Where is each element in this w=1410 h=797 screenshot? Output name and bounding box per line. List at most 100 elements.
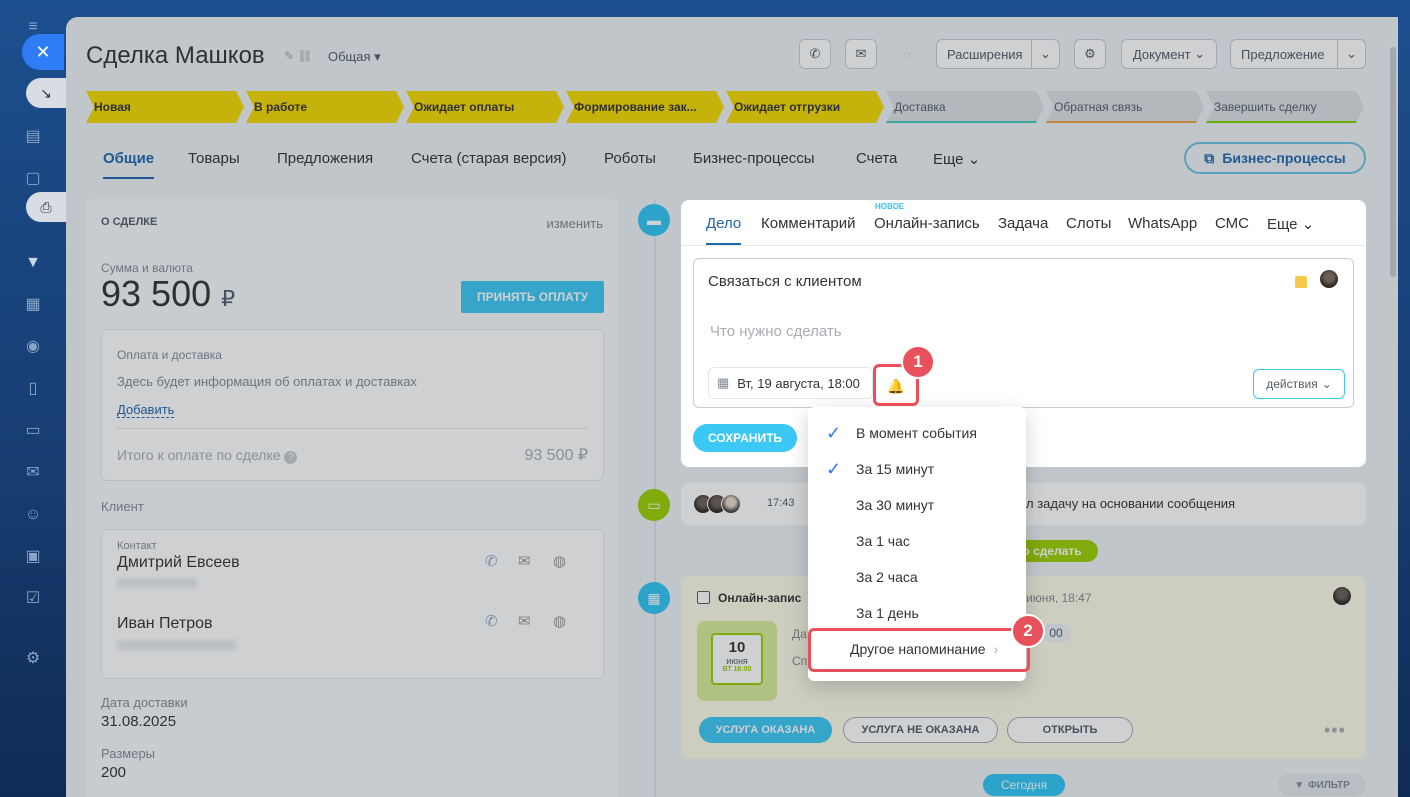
booking-checkbox[interactable] [697,591,710,604]
tab-more[interactable]: Еще ⌄ [1267,215,1314,233]
reminder-15-min[interactable]: ✓ За 15 минут [808,451,1026,487]
tab-invoices-old[interactable]: Счета (старая версия) [411,150,567,167]
tab-online-booking[interactable]: Онлайн-запись [874,215,980,232]
tab-more[interactable]: Еще ⌄ [933,150,980,168]
contact-name-2[interactable]: Иван Петров [117,615,213,633]
reminder-at-event[interactable]: ✓ В момент события [808,415,1026,451]
phone-icon[interactable]: ✆ [485,552,498,570]
crm-icon[interactable]: ▼ [20,250,46,276]
contact-name-1[interactable]: Дмитрий Евсеев [117,554,240,572]
task-description-input[interactable]: Что нужно сделать [710,323,842,340]
tab-whatsapp[interactable]: WhatsApp [1128,215,1197,232]
delivery-value: 31.08.2025 [101,713,177,730]
chat-icon[interactable]: ◍ [553,552,566,570]
tab-robots[interactable]: Роботы [604,150,656,167]
phone-icon: ✆ [809,46,821,61]
avatar[interactable] [1319,269,1339,289]
mail-icon[interactable]: ✉ [518,552,531,570]
phone-icon[interactable]: ✆ [485,612,498,630]
reminder-1-hour[interactable]: За 1 час [808,523,1026,559]
tab-business-processes[interactable]: Бизнес-процессы [693,150,815,167]
divider [681,245,1366,246]
reminder-30-min[interactable]: За 30 минут [808,487,1026,523]
tab-comment[interactable]: Комментарий [761,215,855,232]
deadline-field[interactable]: ▦ Вт, 19 августа, 18:00 [708,367,873,399]
contacts-icon[interactable]: ☺ [20,502,46,528]
card-icon[interactable]: ▭ [20,418,46,444]
stage-forming[interactable]: Формирование зак... [566,91,724,123]
document-icon[interactable]: ▯ [20,376,46,402]
minimize-button[interactable]: ↘ [26,78,66,108]
stage-feedback[interactable]: Обратная связь [1046,91,1204,123]
stage-new[interactable]: Новая [86,91,244,123]
edit-link[interactable]: изменить [546,216,603,231]
tasks-icon[interactable]: ▤ [20,124,46,150]
color-picker[interactable] [1295,276,1307,288]
chat-button[interactable]: ◌ [891,39,923,69]
mail-icon[interactable]: ✉ [20,460,46,486]
tab-general[interactable]: Общие [103,150,155,179]
extensions-button[interactable]: Расширения ⌄ [936,39,1060,69]
close-slider-button[interactable]: ✕ [22,34,64,70]
chat-icon[interactable]: ◍ [553,612,566,630]
analytics-icon[interactable]: ▣ [20,544,46,570]
reminder-2-hours[interactable]: За 2 часа [808,559,1026,595]
tab-slots[interactable]: Слоты [1066,215,1111,232]
task-title-input[interactable]: Связаться с клиентом [708,273,862,290]
gear-icon: ⚙ [1084,46,1096,61]
avatar [1332,586,1352,606]
accept-payment-button[interactable]: ПРИНЯТЬ ОПЛАТУ [461,281,604,313]
print-icon: ⎙ [40,199,52,215]
chat-icon[interactable]: ▢ [20,166,46,192]
tab-task[interactable]: Задача [998,215,1048,232]
deal-slider: Сделка Машков ✎ ⛓ Общая ▾ ✆ ✉ ◌ Расширен… [66,17,1398,797]
calendar-icon[interactable]: ▦ [20,292,46,318]
filter-button[interactable]: ▼ ФИЛЬТР [1278,774,1366,796]
email-button[interactable]: ✉ [845,39,877,69]
actions-button[interactable]: действия ⌄ [1253,369,1345,399]
payment-info: Здесь будет информация об оплатах и дост… [117,374,417,389]
stage-awaiting-payment[interactable]: Ожидает оплаты [406,91,564,123]
chat-icon: ◌ [903,46,911,62]
message-icon: ▭ [638,489,670,521]
call-button[interactable]: ✆ [799,39,831,69]
field-fragment: Сп [792,654,808,668]
stage-in-work[interactable]: В работе [246,91,404,123]
field-fragment: Да [792,627,807,641]
service-done-button[interactable]: УСЛУГА ОКАЗАНА [699,717,832,743]
tab-invoices[interactable]: Счета [856,150,897,167]
booking-title: Онлайн-запис [718,591,802,605]
checklist-icon[interactable]: ☑ [20,586,46,612]
stage-delivery[interactable]: Доставка [886,91,1044,123]
task-editor-box: Связаться с клиентом Что нужно сделать ▦… [693,258,1354,408]
tab-offers[interactable]: Предложения [277,150,373,167]
delivery-label: Дата доставки [101,695,188,710]
category-select[interactable]: Общая ▾ [328,49,381,65]
document-button[interactable]: Документ ⌄ [1121,39,1217,69]
tab-products[interactable]: Товары [188,150,240,167]
settings-button[interactable]: ⚙ [1074,39,1106,69]
scrollbar[interactable] [1390,47,1396,277]
stage-finish[interactable]: Завершить сделку [1206,91,1364,123]
save-button[interactable]: СОХРАНИТЬ [693,424,797,452]
blurred-phone [117,640,237,650]
add-payment-link[interactable]: Добавить [117,402,175,418]
reminder-1-day[interactable]: За 1 день [808,595,1026,631]
total-label: Итого к оплате по сделке ? [117,447,298,464]
settings-icon[interactable]: ⚙ [20,646,46,672]
mail-icon[interactable]: ✉ [518,612,531,630]
tab-task-deal[interactable]: Дело [706,215,742,245]
business-processes-button[interactable]: ⧉ Бизнес-процессы [1184,142,1366,174]
tab-sms[interactable]: СМС [1215,215,1249,232]
page-title: Сделка Машков [86,42,265,69]
service-not-done-button[interactable]: УСЛУГА НЕ ОКАЗАНА [843,717,998,743]
size-value: 200 [101,764,127,781]
stage-awaiting-shipment[interactable]: Ожидает отгрузки [726,91,884,123]
edit-link-icons[interactable]: ✎ ⛓ [284,49,313,63]
offer-button[interactable]: Предложение ⌄ [1230,39,1366,69]
open-button[interactable]: ОТКРЫТЬ [1007,717,1133,743]
more-icon[interactable]: ••• [1324,720,1346,741]
stage-bar: Новая В работе Ожидает оплаты Формирован… [86,91,1336,123]
print-button[interactable]: ⎙ [26,192,66,222]
robot-icon[interactable]: ◉ [20,334,46,360]
